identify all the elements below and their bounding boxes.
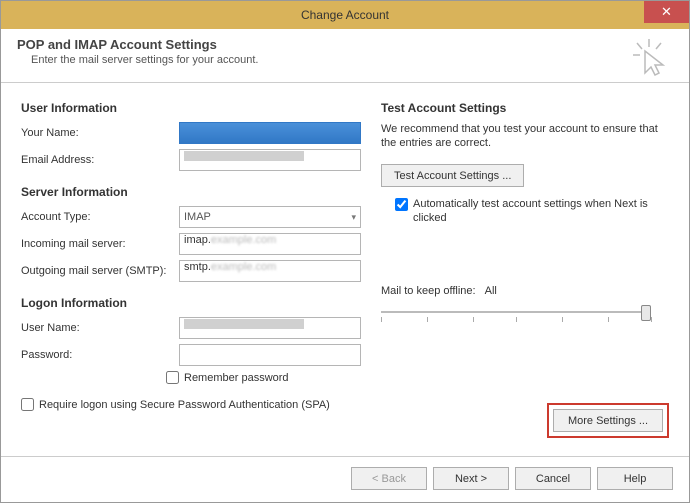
mail-keep-value: All	[485, 285, 497, 297]
outgoing-prefix: smtp.	[184, 261, 211, 273]
test-settings-desc: We recommend that you test your account …	[381, 122, 669, 150]
email-input[interactable]	[179, 149, 361, 171]
label-auto-test: Automatically test account settings when…	[413, 197, 669, 225]
section-logon-info: Logon Information	[21, 296, 361, 310]
your-name-input[interactable]	[179, 122, 361, 144]
header: POP and IMAP Account Settings Enter the …	[1, 29, 689, 83]
close-icon: ✕	[661, 4, 672, 20]
label-remember: Remember password	[184, 372, 289, 384]
body: User Information Your Name: Email Addres…	[1, 83, 689, 438]
label-email: Email Address:	[21, 154, 179, 166]
test-account-settings-button[interactable]: Test Account Settings ...	[381, 164, 524, 187]
back-button[interactable]: < Back	[351, 467, 427, 490]
section-user-info: User Information	[21, 101, 361, 115]
titlebar: Change Account ✕	[1, 1, 689, 29]
outgoing-hidden: example.com	[211, 261, 276, 273]
cancel-button[interactable]: Cancel	[515, 467, 591, 490]
user-name-input[interactable]	[179, 317, 361, 339]
incoming-hidden: example.com	[211, 234, 276, 246]
more-settings-button[interactable]: More Settings ...	[553, 409, 663, 432]
header-subtitle: Enter the mail server settings for your …	[31, 54, 673, 66]
close-button[interactable]: ✕	[644, 1, 689, 23]
mail-keep-slider[interactable]	[381, 305, 651, 327]
header-title: POP and IMAP Account Settings	[17, 37, 217, 52]
section-test-settings: Test Account Settings	[381, 101, 669, 115]
incoming-prefix: imap.	[184, 234, 211, 246]
chevron-down-icon: ▾	[351, 212, 356, 223]
slider-track	[381, 311, 651, 313]
more-settings-highlight: More Settings ...	[547, 403, 669, 438]
label-spa: Require logon using Secure Password Auth…	[39, 398, 330, 412]
outgoing-server-input[interactable]: smtp.example.com	[179, 260, 361, 282]
cursor-click-icon	[629, 37, 669, 77]
auto-test-checkbox[interactable]	[395, 198, 408, 211]
remember-password-checkbox[interactable]	[166, 371, 179, 384]
next-button[interactable]: Next >	[433, 467, 509, 490]
window-title: Change Account	[301, 8, 389, 22]
right-column: Test Account Settings We recommend that …	[381, 101, 669, 438]
account-type-value: IMAP	[184, 211, 211, 223]
spa-checkbox[interactable]	[21, 398, 34, 411]
label-outgoing: Outgoing mail server (SMTP):	[21, 265, 179, 277]
section-server-info: Server Information	[21, 185, 361, 199]
label-your-name: Your Name:	[21, 127, 179, 139]
footer: < Back Next > Cancel Help	[1, 456, 689, 500]
help-button[interactable]: Help	[597, 467, 673, 490]
incoming-server-input[interactable]: imap.example.com	[179, 233, 361, 255]
label-incoming: Incoming mail server:	[21, 238, 179, 250]
label-password: Password:	[21, 349, 179, 361]
password-input[interactable]	[179, 344, 361, 366]
mail-keep-label: Mail to keep offline:	[381, 285, 476, 297]
account-type-select[interactable]: IMAP ▾	[179, 206, 361, 228]
slider-thumb[interactable]	[641, 305, 651, 321]
label-account-type: Account Type:	[21, 211, 179, 223]
left-column: User Information Your Name: Email Addres…	[21, 101, 361, 438]
label-user-name: User Name:	[21, 322, 179, 334]
